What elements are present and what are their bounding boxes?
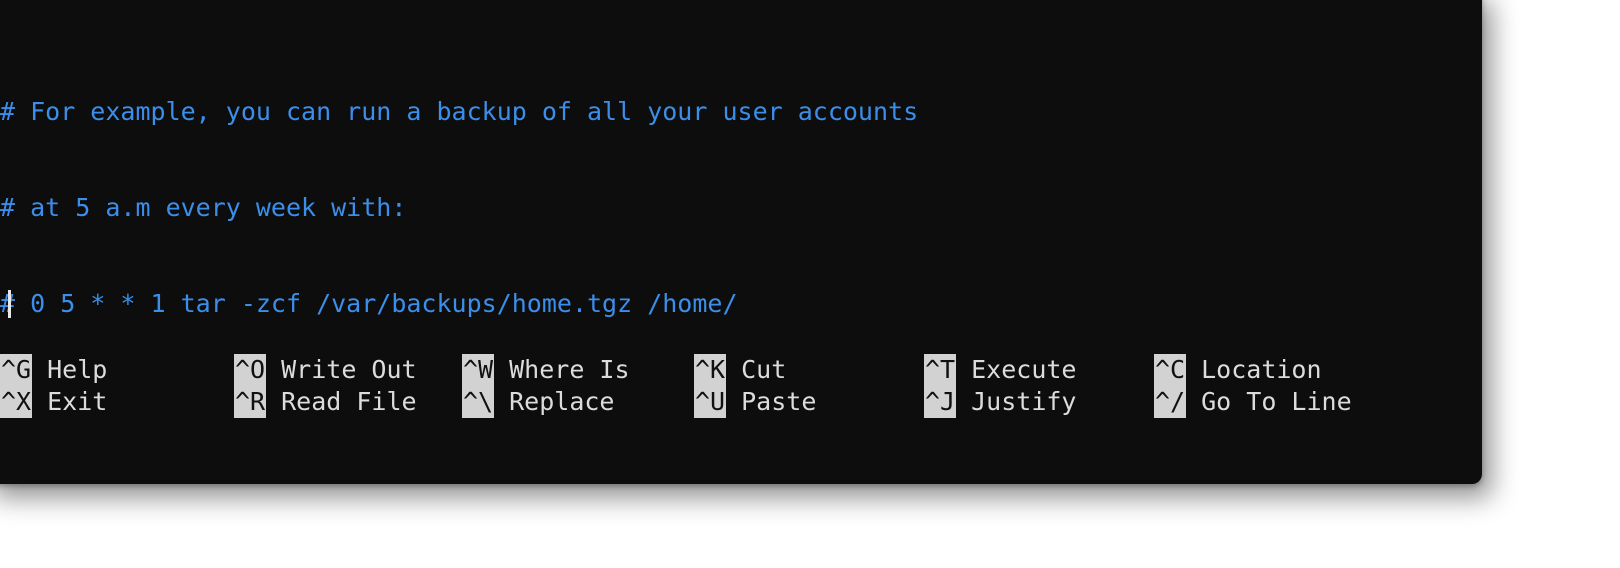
shortcut-justify[interactable]: ^J Justify bbox=[924, 386, 1076, 418]
shortcut-replace[interactable]: ^\ Replace bbox=[462, 386, 614, 418]
shortcut-key-badge: ^X bbox=[0, 386, 33, 418]
shortcut-cut[interactable]: ^K Cut bbox=[694, 354, 786, 386]
shortcut-label: Cut bbox=[741, 355, 787, 384]
shortcut-label: Paste bbox=[741, 387, 817, 416]
shortcut-label: Go To Line bbox=[1201, 387, 1352, 416]
shortcut-key-badge: ^\ bbox=[462, 386, 495, 418]
editor-line: # 0 5 * * 1 tar -zcf /var/backups/home.t… bbox=[0, 289, 738, 318]
shortcut-key-badge: ^T bbox=[924, 354, 957, 386]
shortcut-row-primary: ^G Help ^O Write Out ^W Where Is ^K Cut … bbox=[0, 354, 1460, 386]
shortcut-paste[interactable]: ^U Paste bbox=[694, 386, 816, 418]
shortcut-label: Replace bbox=[509, 387, 615, 416]
editor-line: # at 5 a.m every week with: bbox=[0, 193, 407, 222]
shortcut-label: Read File bbox=[281, 387, 417, 416]
editor-line: # For example, you can run a backup of a… bbox=[0, 97, 919, 126]
shortcut-where-is[interactable]: ^W Where Is bbox=[462, 354, 630, 386]
shortcut-key-badge: ^O bbox=[234, 354, 267, 386]
shortcut-label: Location bbox=[1201, 355, 1322, 384]
shortcut-label: Write Out bbox=[281, 355, 417, 384]
shortcut-label: Help bbox=[47, 355, 108, 384]
shortcut-write-out[interactable]: ^O Write Out bbox=[234, 354, 417, 386]
shortcut-key-badge: ^U bbox=[694, 386, 727, 418]
shortcut-execute[interactable]: ^T Execute bbox=[924, 354, 1076, 386]
shortcut-read-file[interactable]: ^R Read File bbox=[234, 386, 417, 418]
shortcut-label: Justify bbox=[971, 387, 1077, 416]
shortcut-exit[interactable]: ^X Exit bbox=[0, 386, 107, 418]
shortcut-label: Exit bbox=[47, 387, 108, 416]
shortcut-key-badge: ^C bbox=[1154, 354, 1187, 386]
editor-line: # For more information see the manual pa… bbox=[0, 480, 1482, 484]
shortcut-key-badge: ^G bbox=[0, 354, 33, 386]
shortcut-location[interactable]: ^C Location bbox=[1154, 354, 1322, 386]
nano-shortcut-bar: ^G Help ^O Write Out ^W Where Is ^K Cut … bbox=[0, 354, 1460, 418]
shortcut-key-badge: ^W bbox=[462, 354, 495, 386]
shortcut-key-badge: ^J bbox=[924, 386, 957, 418]
shortcut-key-badge: ^R bbox=[234, 386, 267, 418]
desktop-background: # For example, you can run a backup of a… bbox=[0, 0, 1620, 568]
shortcut-label: Execute bbox=[971, 355, 1077, 384]
text-cursor bbox=[8, 290, 11, 318]
shortcut-help[interactable]: ^G Help bbox=[0, 354, 107, 386]
shortcut-row-secondary: ^X Exit ^R Read File ^\ Replace ^U Paste… bbox=[0, 386, 1460, 418]
shortcut-key-badge: ^K bbox=[694, 354, 727, 386]
shortcut-key-badge: ^/ bbox=[1154, 386, 1187, 418]
terminal-window[interactable]: # For example, you can run a backup of a… bbox=[0, 0, 1482, 484]
shortcut-go-to-line[interactable]: ^/ Go To Line bbox=[1154, 386, 1352, 418]
shortcut-label: Where Is bbox=[509, 355, 630, 384]
